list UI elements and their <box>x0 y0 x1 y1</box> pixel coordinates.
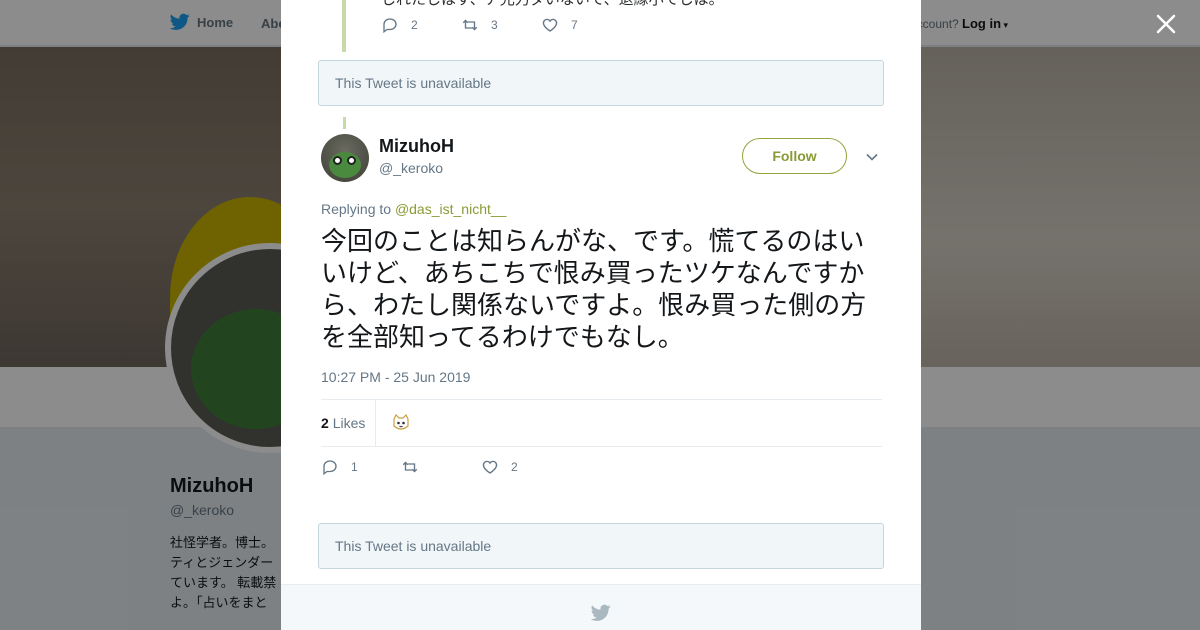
replying-to: Replying to @das_ist_nicht__ <box>321 201 506 217</box>
like-count: 2 <box>511 460 518 474</box>
likes-stat[interactable]: 2 Likes <box>321 415 365 431</box>
author-handle[interactable]: @_keroko <box>379 160 443 176</box>
tweet-modal: しれたしはす、ア允力ダいないて、退縁小てしは。 2 3 7 This Tweet… <box>281 0 921 630</box>
follow-button[interactable]: Follow <box>742 138 847 174</box>
liker-avatar[interactable] <box>391 413 411 433</box>
reply-count: 2 <box>411 18 418 32</box>
avatar[interactable] <box>321 134 369 182</box>
heart-icon <box>542 18 558 32</box>
modal-footer <box>281 584 921 630</box>
likes-label: Likes <box>332 415 366 431</box>
tweet-actions: 1 2 <box>321 458 561 476</box>
replying-prefix: Replying to <box>321 201 392 217</box>
thread-line <box>343 117 346 129</box>
previous-tweet-text: しれたしはす、ア允力ダいないて、退縁小てしは。 <box>381 0 724 9</box>
heart-icon <box>482 460 498 474</box>
retweet-button[interactable] <box>401 458 481 476</box>
likes-count: 2 <box>321 415 329 431</box>
reply-button[interactable]: 2 <box>381 16 461 34</box>
tweet-timestamp[interactable]: 10:27 PM - 25 Jun 2019 <box>321 369 470 385</box>
previous-tweet-actions: 2 3 7 <box>381 16 621 34</box>
replying-to-link[interactable]: @das_ist_nicht__ <box>395 201 507 217</box>
like-button[interactable]: 2 <box>481 458 561 476</box>
retweet-icon <box>402 461 418 473</box>
twitter-bird-icon <box>591 604 611 621</box>
tweet-text: 今回のことは知らんがな、です。慌てるのはいいけど、あちこちで恨み買ったツケなんで… <box>321 227 867 353</box>
close-icon[interactable] <box>1152 10 1180 38</box>
unavailable-tweet: This Tweet is unavailable <box>318 60 884 106</box>
like-count: 7 <box>571 18 578 32</box>
thread-line <box>342 0 346 52</box>
retweet-count: 3 <box>491 18 498 32</box>
reply-count: 1 <box>351 460 358 474</box>
author-name[interactable]: MizuhoH <box>379 136 454 157</box>
unavailable-tweet: This Tweet is unavailable <box>318 523 884 569</box>
reply-button[interactable]: 1 <box>321 458 401 476</box>
reply-icon <box>383 18 397 34</box>
retweet-button[interactable]: 3 <box>461 16 541 34</box>
tweet-stats: 2 Likes <box>321 399 882 447</box>
like-button[interactable]: 7 <box>541 16 621 34</box>
chevron-down-icon[interactable] <box>864 149 880 165</box>
reply-icon <box>323 460 337 476</box>
retweet-icon <box>462 19 478 31</box>
